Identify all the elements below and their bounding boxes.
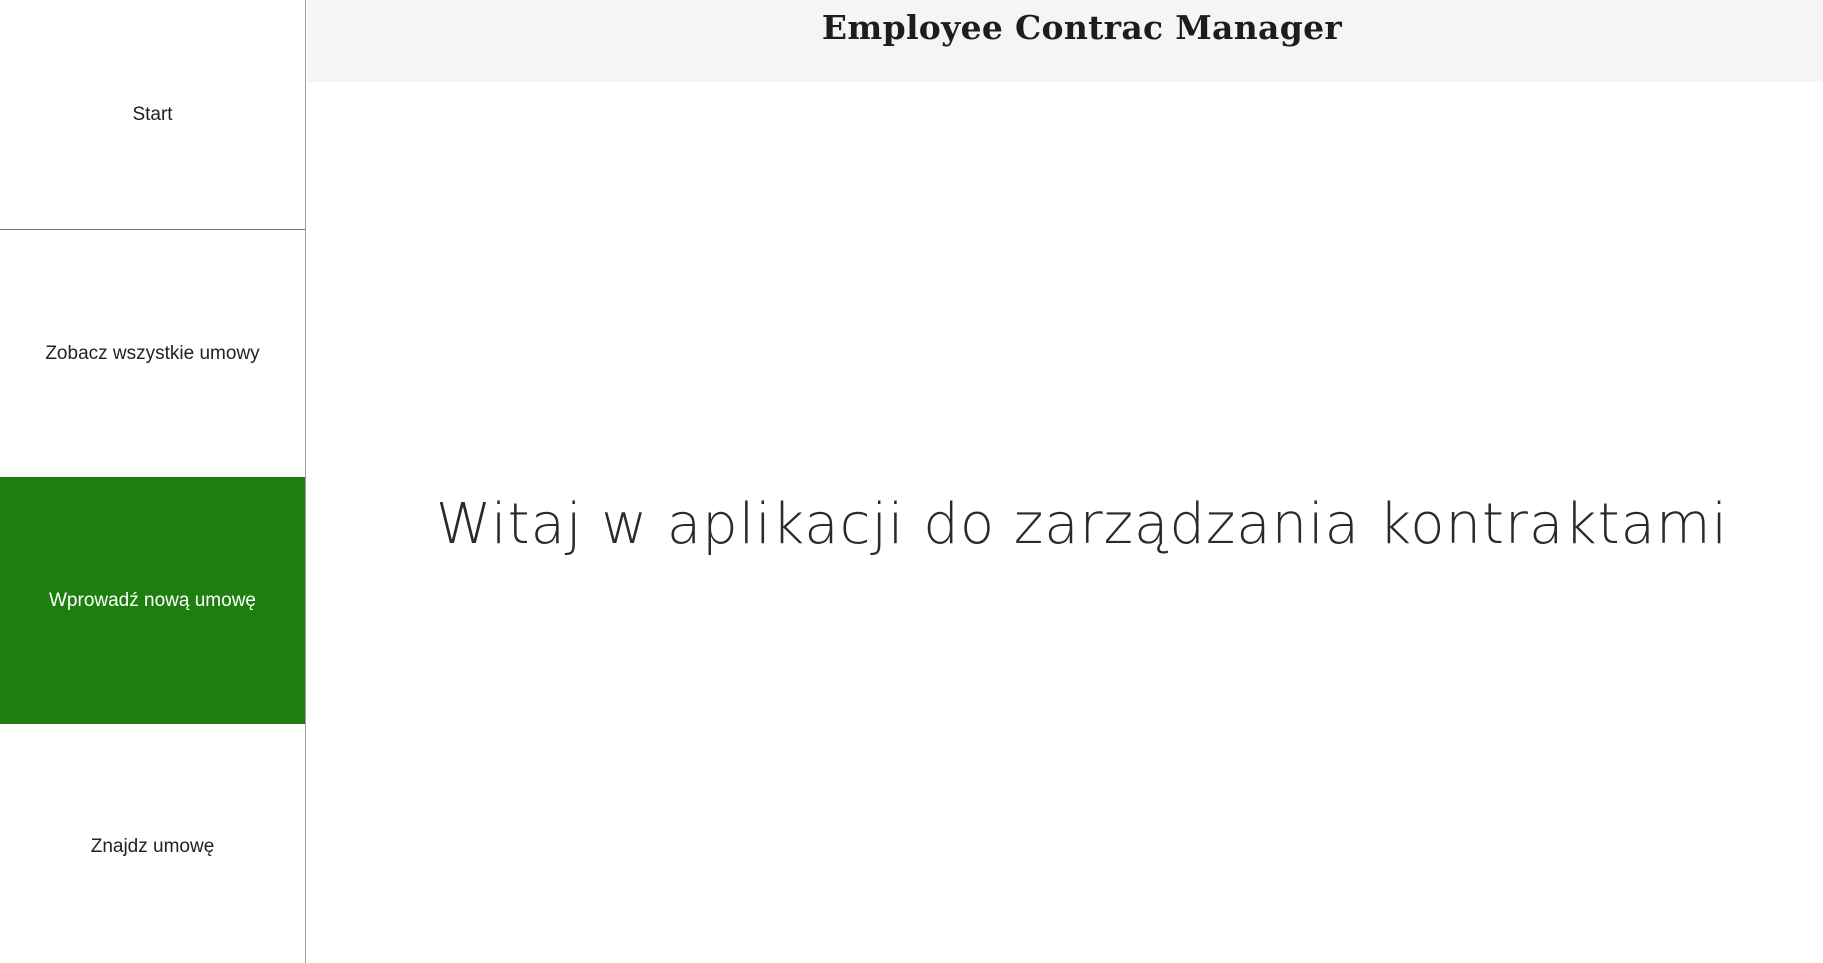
main-content: Witaj w aplikacji do zarządzania kontrak… bbox=[307, 82, 1823, 963]
app-window: Start Zobacz wszystkie umowy Wprowadź no… bbox=[0, 0, 1823, 963]
sidebar-item-label: Zobacz wszystkie umowy bbox=[45, 343, 260, 364]
sidebar-item-start[interactable]: Start bbox=[0, 0, 305, 230]
sidebar-item-label: Wprowadź nową umowę bbox=[49, 589, 256, 611]
sidebar-item-label: Znajdz umowę bbox=[90, 836, 215, 857]
sidebar-item-new-contract[interactable]: Wprowadź nową umowę bbox=[0, 477, 305, 724]
page-title: Employee Contrac Manager bbox=[821, 8, 1343, 47]
welcome-message: Witaj w aplikacji do zarządzania kontrak… bbox=[435, 492, 1729, 557]
sidebar-item-find-contract[interactable]: Znajdz umowę bbox=[0, 724, 305, 963]
sidebar-item-all-contracts[interactable]: Zobacz wszystkie umowy bbox=[0, 231, 305, 477]
sidebar-item-label: Start bbox=[132, 103, 173, 125]
sidebar-nav: Start Zobacz wszystkie umowy Wprowadź no… bbox=[0, 0, 306, 963]
page-header: Employee Contrac Manager bbox=[307, 0, 1823, 82]
